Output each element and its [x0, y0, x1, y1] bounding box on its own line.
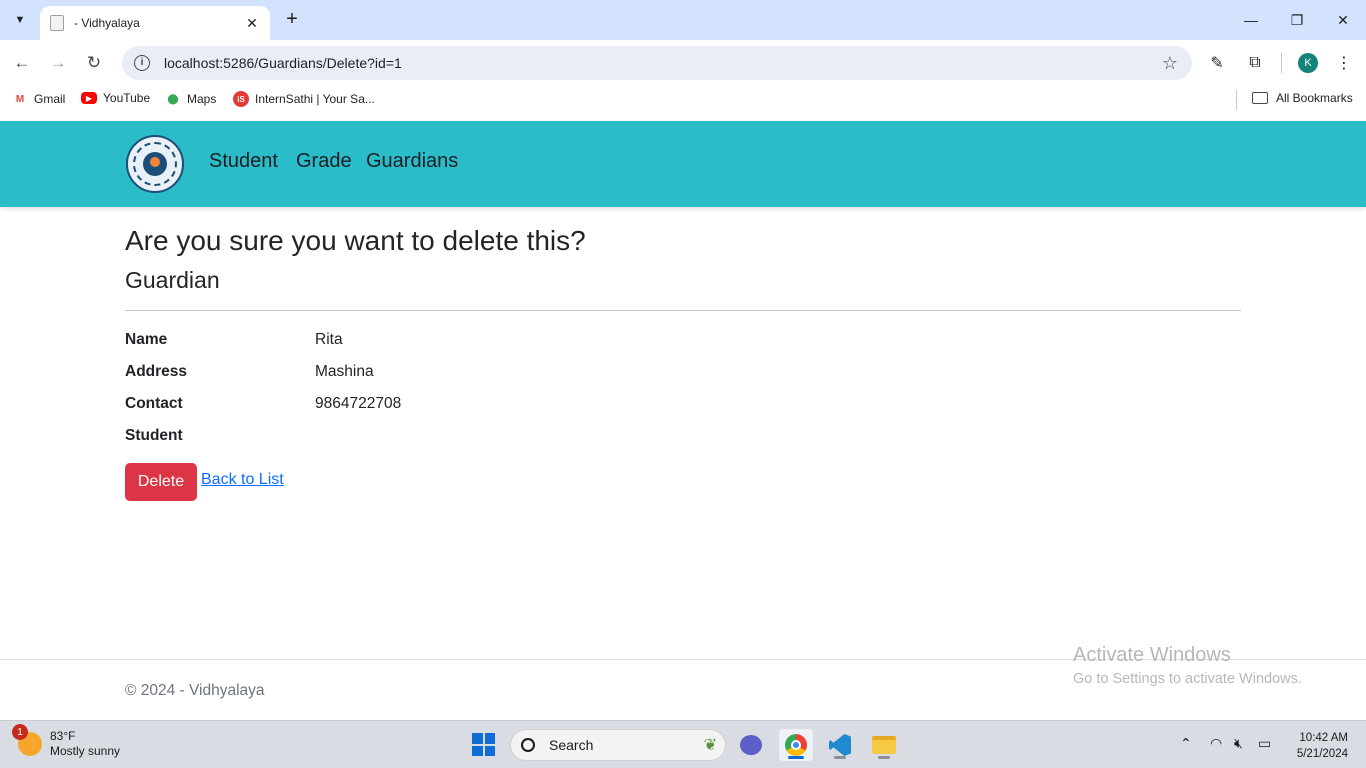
site-navbar: [0, 121, 1366, 207]
search-icon: [521, 738, 535, 752]
bookmarks-bar: M Gmail ▶ YouTube ⬤ Maps iS InternSathi …: [0, 86, 1366, 114]
browser-tab[interactable]: - Vidhyalaya ✕: [40, 6, 270, 40]
detail-value: 9864722708: [315, 395, 402, 412]
footer-copyright: © 2024 - Vidhyalaya: [125, 682, 265, 699]
page-favicon-icon: [50, 15, 64, 31]
speaker-muted-icon[interactable]: 🔇︎: [1234, 735, 1243, 752]
sun-icon: 1: [12, 724, 42, 756]
bookmark-maps[interactable]: ⬤ Maps: [165, 91, 216, 107]
watermark-title: Activate Windows: [1073, 644, 1231, 666]
detail-label: Name: [125, 331, 168, 348]
chevron-up-icon[interactable]: ⌃: [1180, 735, 1192, 752]
forward-arrow-icon[interactable]: →: [46, 51, 70, 75]
bookmark-label: Maps: [187, 92, 217, 106]
taskbar-file-explorer[interactable]: [867, 729, 901, 761]
watermark-subtitle: Go to Settings to activate Windows.: [1073, 671, 1302, 687]
minimize-icon[interactable]: —: [1239, 8, 1263, 32]
taskbar-search[interactable]: Search ❦: [510, 729, 726, 761]
browser-tab-strip: ▼ - Vidhyalaya ✕ + — ❐ ✕: [0, 0, 1366, 40]
browser-toolbar: ← → ↻ i localhost:5286/Guardians/Delete?…: [0, 40, 1366, 86]
activate-windows-watermark: Activate Windows Go to Settings to activ…: [1073, 644, 1302, 687]
folder-icon: [1252, 92, 1268, 104]
page-title: Are you sure you want to delete this?: [125, 225, 586, 256]
file-explorer-icon: [872, 736, 896, 754]
clock-date: 5/21/2024: [1296, 748, 1348, 760]
pen-icon[interactable]: ✎: [1206, 52, 1228, 74]
bookmark-gmail[interactable]: M Gmail: [12, 91, 66, 107]
wifi-icon[interactable]: ◠: [1210, 735, 1222, 752]
kebab-menu-icon[interactable]: ⋮: [1333, 52, 1355, 74]
taskbar-chrome[interactable]: [779, 729, 813, 761]
back-arrow-icon[interactable]: ←: [10, 51, 34, 75]
restore-icon[interactable]: ❐: [1285, 8, 1309, 32]
gmail-icon: M: [15, 93, 25, 105]
search-highlight-icon: ❦: [703, 737, 717, 754]
vidhyalaya-logo[interactable]: [126, 135, 184, 193]
close-window-icon[interactable]: ✕: [1331, 8, 1355, 32]
detail-value: Rita: [315, 331, 343, 348]
bookmark-star-icon[interactable]: ☆: [1162, 53, 1178, 74]
detail-label: Student: [125, 427, 183, 444]
profile-avatar[interactable]: K: [1298, 53, 1318, 73]
reload-icon[interactable]: ↻: [82, 51, 106, 75]
taskbar-search-placeholder: Search: [549, 737, 594, 753]
horizontal-rule: [125, 310, 1241, 311]
active-app-indicator: [788, 756, 804, 759]
clock-time: 10:42 AM: [1299, 732, 1348, 744]
logo-ring: [133, 142, 177, 186]
url-text[interactable]: localhost:5286/Guardians/Delete?id=1: [164, 55, 1162, 71]
running-app-indicator: [878, 756, 890, 759]
taskbar-teams[interactable]: [734, 729, 768, 761]
delete-button[interactable]: Delete: [125, 463, 197, 501]
tab-search-button[interactable]: ▼: [8, 8, 32, 32]
address-bar[interactable]: i localhost:5286/Guardians/Delete?id=1 ☆: [122, 46, 1192, 80]
detail-label: Address: [125, 363, 188, 380]
bookmark-label: YouTube: [103, 91, 151, 105]
chrome-icon: [785, 734, 807, 756]
extensions-icon[interactable]: ⧉: [1244, 52, 1266, 74]
detail-row-student: Student: [125, 427, 1241, 451]
weather-widget[interactable]: 1 83°F Mostly sunny: [12, 724, 121, 759]
nav-link-student[interactable]: Student: [209, 150, 278, 173]
book-emblem-icon: [143, 152, 167, 176]
taskbar-vscode[interactable]: [823, 729, 857, 761]
windows-taskbar: 1 83°F Mostly sunny Search ❦ ⌃ ◠ 🔇︎ ▭ 10…: [0, 720, 1366, 768]
new-tab-button[interactable]: +: [282, 9, 302, 29]
youtube-icon: ▶: [81, 92, 97, 104]
bookmark-label: Gmail: [34, 92, 66, 106]
maps-icon: ⬤: [167, 93, 179, 105]
detail-row-contact: Contact 9864722708: [125, 395, 1241, 419]
entity-title: Guardian: [125, 267, 220, 293]
running-app-indicator: [834, 756, 846, 759]
close-tab-icon[interactable]: ✕: [244, 15, 260, 32]
nav-link-grade[interactable]: Grade: [296, 150, 352, 173]
bookmark-youtube[interactable]: ▶ YouTube: [81, 91, 150, 105]
notification-badge: 1: [12, 724, 28, 740]
battery-icon[interactable]: ▭: [1258, 735, 1271, 752]
weather-temp: 83°F: [50, 729, 76, 743]
bookmarks-divider: [1236, 90, 1237, 110]
detail-row-name: Name Rita: [125, 331, 1241, 355]
detail-value: Mashina: [315, 363, 374, 380]
detail-label: Contact: [125, 395, 183, 412]
chevron-down-icon: ▼: [14, 14, 26, 26]
all-bookmarks-button[interactable]: All Bookmarks: [1252, 91, 1353, 105]
bookmark-label: InternSathi | Your Sa...: [255, 92, 375, 106]
tab-title: - Vidhyalaya: [74, 16, 140, 30]
nav-link-guardians[interactable]: Guardians: [366, 150, 458, 173]
weather-description: Mostly sunny: [50, 744, 121, 758]
all-bookmarks-label: All Bookmarks: [1276, 91, 1353, 105]
windows-start-icon[interactable]: [472, 733, 495, 756]
back-to-list-link[interactable]: Back to List: [201, 471, 284, 489]
site-info-icon[interactable]: i: [134, 55, 150, 71]
detail-row-address: Address Mashina: [125, 363, 1241, 387]
internsathi-icon: iS: [233, 91, 249, 107]
vscode-icon: [829, 734, 851, 756]
system-clock[interactable]: 10:42 AM 5/21/2024: [1284, 730, 1348, 762]
teams-icon: [740, 735, 762, 755]
toolbar-divider: [1281, 53, 1282, 73]
bookmark-internsathi[interactable]: iS InternSathi | Your Sa...: [233, 91, 375, 107]
